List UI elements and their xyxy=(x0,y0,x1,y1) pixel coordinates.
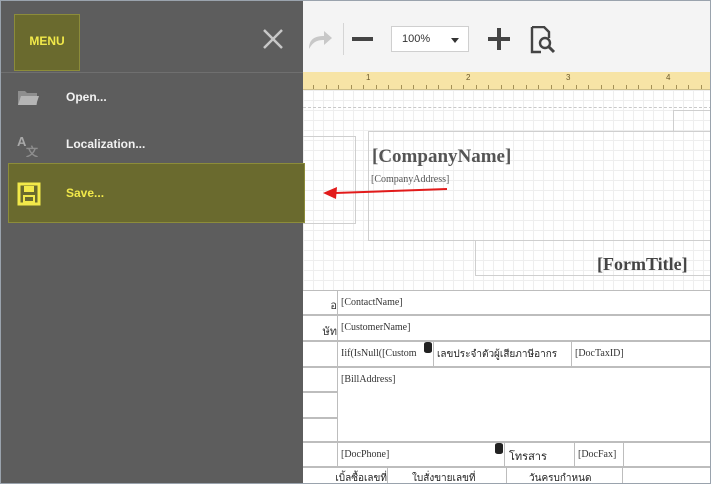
chevron-down-icon xyxy=(451,38,459,43)
ruler-tick xyxy=(688,85,689,89)
doc-tax-id-cell[interactable]: [DocTaxID] xyxy=(571,341,710,367)
iif-expression-cell[interactable]: Iif(IsNull([Custom xyxy=(337,341,434,367)
database-icon xyxy=(495,443,503,454)
ruler-tick xyxy=(313,85,314,89)
svg-text:文: 文 xyxy=(26,144,39,157)
ruler-tick xyxy=(526,85,527,89)
database-icon xyxy=(424,342,432,353)
ruler-tick xyxy=(563,85,564,89)
ruler-tick xyxy=(626,85,627,89)
ruler-tick xyxy=(376,85,377,89)
fax-label-cell[interactable]: โทรสาร xyxy=(504,442,575,467)
label-cell[interactable]: อ xyxy=(303,290,338,315)
ruler-tick xyxy=(426,85,427,89)
ruler-tick xyxy=(476,85,477,89)
close-icon[interactable] xyxy=(261,27,285,51)
ruler-tick xyxy=(538,85,539,89)
ruler-number: 2 xyxy=(466,73,471,82)
ruler-tick xyxy=(651,85,652,89)
folder-icon xyxy=(18,91,39,105)
customer-name-cell[interactable]: [CustomerName] xyxy=(337,315,710,341)
header-cell[interactable]: วันครบกำหนด xyxy=(506,467,623,483)
ruler-tick xyxy=(663,85,664,89)
zoom-out-icon[interactable] xyxy=(352,37,373,41)
save-icon xyxy=(17,182,41,206)
ruler-tick xyxy=(488,85,489,89)
logo-picture-box[interactable] xyxy=(303,136,356,224)
ruler-tick xyxy=(638,85,639,89)
report-designer-window: 100% 1 2 3 4 [CompanyName] [CompanyAddre… xyxy=(0,0,711,484)
zoom-value: 100% xyxy=(402,33,431,45)
ruler-tick xyxy=(413,85,414,89)
doc-phone-cell[interactable]: [DocPhone] xyxy=(337,442,505,467)
header-cell[interactable]: ใบสั่งขายเลขที่ xyxy=(387,467,507,483)
zoom-select[interactable]: 100% xyxy=(391,26,469,52)
ruler-tick xyxy=(363,85,364,89)
ruler-tick xyxy=(351,85,352,89)
ruler-tick xyxy=(401,85,402,89)
horizontal-ruler: 1 2 3 4 xyxy=(303,72,710,90)
ruler-tick xyxy=(326,85,327,89)
label-cell[interactable] xyxy=(303,442,338,467)
ruler-tick xyxy=(676,85,677,89)
company-name-field[interactable]: [CompanyName] xyxy=(372,146,511,168)
ruler-tick xyxy=(338,85,339,89)
label-cell[interactable] xyxy=(303,341,338,367)
design-surface[interactable]: [CompanyName] [CompanyAddress] [FormTitl… xyxy=(303,90,710,483)
menu-item-save[interactable]: Save... xyxy=(8,163,305,223)
ruler-tick xyxy=(451,85,452,89)
menu-item-label: Open... xyxy=(66,90,107,104)
zoom-in-icon[interactable] xyxy=(488,28,510,50)
label-cell[interactable]: ษัท xyxy=(303,315,338,341)
ruler-tick xyxy=(576,85,577,89)
toolbar-separator xyxy=(343,23,344,55)
label-cell[interactable] xyxy=(303,392,338,418)
ruler-tick xyxy=(463,85,464,89)
menu-button[interactable]: MENU xyxy=(14,14,80,71)
ruler-tick xyxy=(588,85,589,89)
ruler-tick xyxy=(551,85,552,89)
redo-icon[interactable] xyxy=(305,27,333,53)
header-cell[interactable] xyxy=(622,467,710,483)
ruler-tick xyxy=(501,85,502,89)
contact-name-cell[interactable]: [ContactName] xyxy=(337,290,710,315)
annotation-arrow xyxy=(323,187,448,199)
preview-icon[interactable] xyxy=(530,26,556,54)
label-cell[interactable] xyxy=(303,418,338,442)
label-cell[interactable] xyxy=(303,367,338,392)
ruler-number: 1 xyxy=(366,73,371,82)
menu-button-label: MENU xyxy=(29,34,65,48)
bill-address-cell[interactable]: [BillAddress] xyxy=(337,367,710,442)
menu-item-label: Localization... xyxy=(66,137,146,151)
ruler-tick xyxy=(388,85,389,89)
band-divider xyxy=(303,107,710,108)
translate-icon: A 文 xyxy=(17,134,39,157)
ruler-tick xyxy=(613,85,614,89)
tax-id-label-cell[interactable]: เลขประจำตัวผู้เสียภาษีอากร xyxy=(433,341,572,367)
report-control[interactable] xyxy=(673,110,710,132)
ruler-tick xyxy=(601,85,602,89)
ruler-number: 3 xyxy=(566,73,571,82)
ruler-tick xyxy=(513,85,514,89)
menu-item-localization[interactable]: A 文 Localization... xyxy=(1,121,303,169)
menu-item-label: Save... xyxy=(66,186,105,200)
ruler-tick xyxy=(701,85,702,89)
empty-cell[interactable] xyxy=(623,442,710,467)
side-menu: MENU Open... A 文 Localization... Save... xyxy=(1,1,305,483)
form-title-field[interactable]: [FormTitle] xyxy=(597,254,688,275)
ruler-number: 4 xyxy=(666,73,671,82)
ruler-tick xyxy=(438,85,439,89)
menu-item-open[interactable]: Open... xyxy=(1,74,303,122)
doc-fax-cell[interactable]: [DocFax] xyxy=(574,442,624,467)
menu-header: MENU xyxy=(1,1,303,73)
header-cell[interactable]: เบิ้ลซื้อเลขที่ xyxy=(303,467,388,483)
